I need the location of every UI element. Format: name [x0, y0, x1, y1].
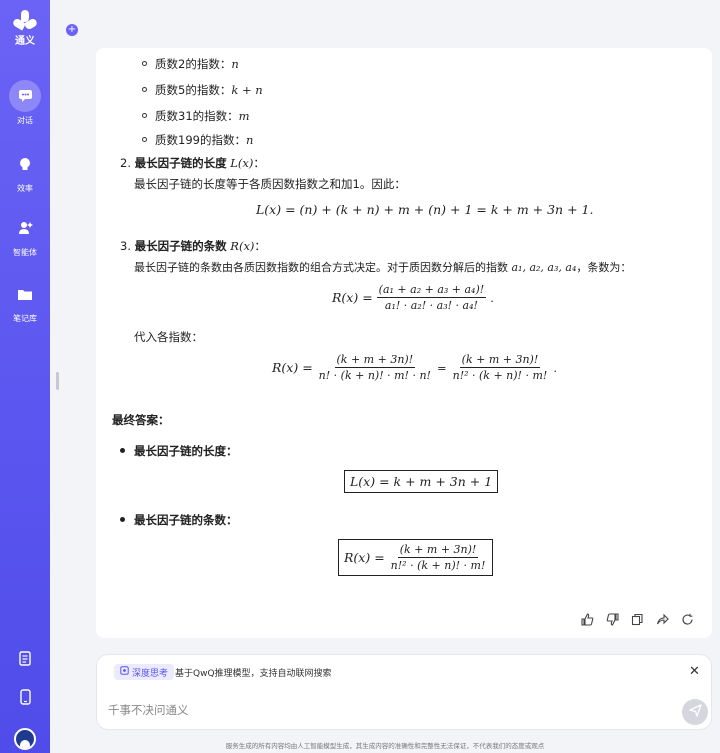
model-hint: 基于QwQ推理模型，支持自动联网搜索 [175, 669, 332, 679]
mobile-button[interactable] [0, 689, 50, 708]
send-icon [688, 704, 702, 720]
nav-label: 效率 [17, 184, 33, 193]
nav-label: 笔记库 [13, 314, 37, 323]
copy-icon[interactable] [630, 612, 644, 626]
chat-input[interactable]: 千事不决问通义 [108, 702, 189, 718]
nav-label: 智能体 [13, 248, 37, 257]
sidebar-collapse-handle[interactable] [56, 372, 59, 390]
nav-item-efficiency[interactable]: 效率 [0, 148, 50, 194]
list-item: 质数199的指数：n [155, 133, 254, 147]
folder-icon [9, 278, 41, 310]
list-bullet [120, 448, 125, 453]
nav-label: 对话 [17, 116, 33, 125]
thumbs-down-icon[interactable] [605, 612, 619, 626]
length-formula: L(x) = (n) + (k + n) + m + (n) + 1 = k +… [256, 202, 594, 217]
boxed-count-fraction: (k + m + 3n)! n!² · (k + n)! · m! [390, 543, 486, 572]
boxed-length-answer: L(x) = k + m + 3n + 1 [344, 470, 499, 493]
section-2-description: 最长因子链的长度等于各质因数指数之和加1。因此： [134, 177, 406, 191]
document-icon [19, 651, 31, 669]
deep-think-toggle[interactable]: 深度思考 [114, 664, 175, 680]
tongyi-logo-icon [11, 10, 39, 31]
app-logo[interactable]: 通义 [0, 10, 50, 47]
deep-think-icon [120, 666, 129, 678]
new-chat-button[interactable]: + [66, 24, 78, 36]
list-bullet [142, 137, 147, 142]
bulb-icon [9, 148, 41, 180]
share-icon[interactable] [655, 612, 669, 626]
send-button[interactable] [682, 699, 708, 725]
final-item-count: 最长因子链的条数： [134, 513, 238, 527]
list-bullet [142, 113, 147, 118]
final-item-length: 最长因子链的长度： [134, 444, 238, 458]
section-3-heading: 3. 最长因子链的条数 R(x)： [120, 239, 266, 253]
refresh-icon[interactable] [680, 612, 694, 626]
count-fraction: (a₁ + a₂ + a₃ + a₄)! a₁! · a₂! · a₃! · a₄… [376, 283, 487, 312]
substituted-fraction-2: (k + m + 3n)! n!² · (k + n)! · m! [452, 353, 548, 382]
list-item: 质数5的指数：k + n [155, 83, 263, 97]
substituted-formula: R(x) = (k + m + 3n)! n! · (k + n)! · m! ·… [272, 353, 557, 382]
nav-item-notes[interactable]: 笔记库 [0, 278, 50, 324]
count-formula: R(x) = (a₁ + a₂ + a₃ + a₄)! a₁! · a₂! · a… [332, 283, 494, 312]
disclaimer-footer: 服务生成的所有内容均由人工智能模型生成，其生成内容的准确性和完整性无法保证，不代… [225, 742, 545, 750]
app-name: 通义 [15, 36, 35, 47]
list-bullet [142, 87, 147, 92]
plus-icon: + [67, 24, 77, 35]
thumbs-up-icon[interactable] [580, 612, 594, 626]
nav-item-agent[interactable]: 智能体 [0, 212, 50, 258]
list-bullet [142, 61, 147, 66]
close-hint-button[interactable]: ✕ [689, 664, 700, 679]
sidebar: 通义 对话 效率 智能体 笔记库 [0, 0, 50, 753]
list-item: 质数2的指数：n [155, 57, 239, 71]
nav-item-chat[interactable]: 对话 [0, 80, 50, 126]
phone-icon [19, 689, 31, 708]
section-2-heading: 2. 最长因子链的长度 L(x)： [120, 156, 265, 170]
document-button[interactable] [0, 651, 50, 669]
substituted-fraction-1: (k + m + 3n)! n! · (k + n)! · m! · n! [318, 353, 431, 382]
list-bullet [120, 517, 125, 522]
deep-think-label: 深度思考 [132, 668, 169, 679]
agent-icon [9, 212, 41, 244]
substitute-label: 代入各指数： [134, 330, 203, 344]
section-3-description: 最长因子链的条数由各质因数指数的组合方式决定。对于质因数分解后的指数 a₁, a… [134, 261, 632, 274]
close-icon: ✕ [689, 664, 700, 679]
chat-icon [9, 80, 41, 112]
final-answer-heading: 最终答案： [112, 413, 170, 427]
message-actions [580, 612, 694, 626]
boxed-count-answer: R(x) = (k + m + 3n)! n!² · (k + n)! · m! [338, 539, 494, 576]
list-item: 质数31的指数：m [155, 109, 250, 123]
